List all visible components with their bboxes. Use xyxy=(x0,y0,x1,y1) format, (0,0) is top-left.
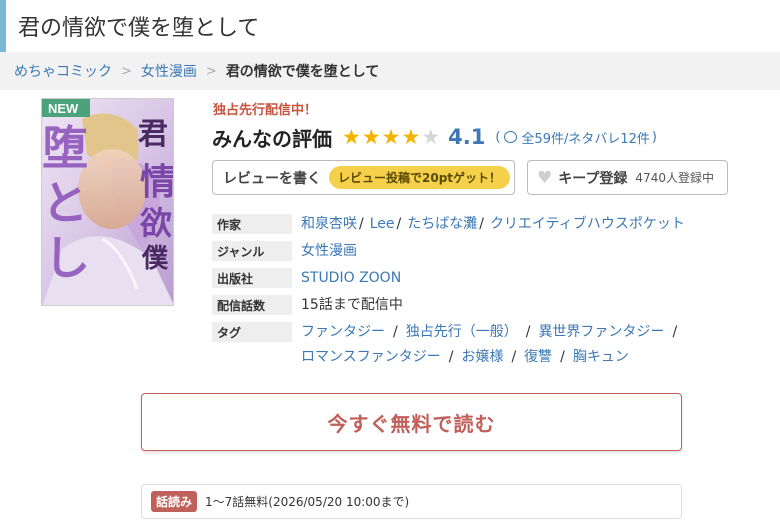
review-count-open-paren: ( xyxy=(495,129,501,145)
rating-score: 4.1 xyxy=(448,125,486,149)
episodes-label: 配信話数 xyxy=(212,295,292,315)
author-separator: / xyxy=(479,216,484,232)
tag-separator: / xyxy=(511,349,517,365)
tags-label: タグ xyxy=(212,322,292,342)
cover-title-char: 欲 xyxy=(139,204,172,242)
rating-stars: ★ ★ ★ ★ ★ xyxy=(342,124,441,149)
tag-link[interactable]: ファンタジー xyxy=(301,324,385,340)
tag-separator: / xyxy=(560,349,565,365)
publisher-value: STUDIO ZOON xyxy=(301,268,401,288)
info-row-genre: ジャンル 女性漫画 xyxy=(212,241,357,261)
review-count-link[interactable]: ( 全59件/ネタバレ12件 ) xyxy=(495,128,657,147)
star-icon: ★ xyxy=(381,124,401,149)
free-campaign-text: 1〜7話無料(2026/05/20 10:00まで) xyxy=(205,495,410,509)
breadcrumb-home[interactable]: めちゃコミック xyxy=(14,61,112,81)
free-campaign-badge: 話読み xyxy=(151,491,198,512)
read-free-now-button[interactable]: 今すぐ無料で読む xyxy=(141,393,682,451)
author-label: 作家 xyxy=(212,214,292,234)
genre-link[interactable]: 女性漫画 xyxy=(301,243,357,259)
author-link[interactable]: クリエイティブハウスポケット xyxy=(490,216,685,232)
genre-value: 女性漫画 xyxy=(301,241,357,261)
cover-title-char: 僕 xyxy=(141,244,169,274)
free-campaign-banner[interactable]: 話読み 1〜7話無料(2026/05/20 10:00まで) xyxy=(141,484,682,519)
read-free-now-label: 今すぐ無料で読む xyxy=(327,411,496,436)
breadcrumb-separator: > xyxy=(121,63,132,79)
tag-link[interactable]: 異世界ファンタジー xyxy=(538,324,664,340)
breadcrumb: めちゃコミック > 女性漫画 > 君の情欲で僕を堕として xyxy=(0,52,780,90)
episodes-text: 15話まで配信中 xyxy=(301,297,403,313)
episodes-value: 15話まで配信中 xyxy=(301,295,403,315)
star-icon: ★ xyxy=(361,124,381,149)
cover-title-char: 堕 xyxy=(42,121,88,175)
tag-link[interactable]: ロマンスファンタジー xyxy=(301,349,441,365)
publisher-link[interactable]: STUDIO ZOON xyxy=(301,270,401,286)
tag-separator: / xyxy=(672,324,678,340)
rating-row: みんなの評価 ★ ★ ★ ★ ★ 4.1 ( 全59件/ネタバレ12件 ) xyxy=(212,124,657,151)
genre-label: ジャンル xyxy=(212,241,292,261)
new-badge: NEW xyxy=(48,101,79,116)
breadcrumb-genre[interactable]: 女性漫画 xyxy=(141,61,197,81)
keep-button[interactable]: ♥ キープ登録 4740人登録中 xyxy=(527,160,728,195)
keep-label: キープ登録 xyxy=(558,170,628,187)
cover-title-char: 情 xyxy=(140,161,174,203)
cover-title-char: し xyxy=(44,231,90,285)
star-icon: ★ xyxy=(401,124,421,149)
review-count-close-paren: ) xyxy=(651,129,657,145)
tag-separator: / xyxy=(393,324,398,340)
keep-count: 4740人登録中 xyxy=(635,171,714,185)
cover-title-char: と xyxy=(42,176,88,230)
author-list: 和泉杏咲 / Lee / たちばな灘 / クリエイティブハウスポケット xyxy=(301,214,685,234)
review-count-text: 全59件/ネタバレ12件 xyxy=(521,131,650,147)
tag-list: ファンタジー / 独占先行（一般） / 異世界ファンタジー / ロマンスファンタジー / お嬢様… xyxy=(301,320,691,370)
page-title: 君の情欲で僕を堕として xyxy=(18,16,260,41)
author-link[interactable]: たちばな灘 xyxy=(407,216,477,232)
write-review-button[interactable]: レビューを書く レビュー投稿で20ptゲット！ xyxy=(212,160,515,195)
publisher-label: 出版社 xyxy=(212,268,292,288)
review-bonus-badge: レビュー投稿で20ptゲット！ xyxy=(329,166,511,189)
author-separator: / xyxy=(359,216,364,232)
rating-label: みんなの評価 xyxy=(212,126,332,151)
info-row-author: 作家 和泉杏咲 / Lee / たちばな灘 / クリエイティブハウスポケット xyxy=(212,214,685,234)
exclusive-notice: 独占先行配信中！ xyxy=(213,103,318,118)
info-row-publisher: 出版社 STUDIO ZOON xyxy=(212,268,401,288)
breadcrumb-separator: > xyxy=(205,63,217,79)
tag-link[interactable]: 胸キュン xyxy=(573,349,629,365)
tag-link[interactable]: 復讐 xyxy=(524,349,552,365)
tag-separator: / xyxy=(525,324,531,340)
author-link[interactable]: 和泉杏咲 xyxy=(301,216,357,232)
write-review-label: レビューを書く xyxy=(223,170,321,187)
heart-icon: ♥ xyxy=(537,167,553,188)
info-row-episodes: 配信話数 15話まで配信中 xyxy=(212,295,403,315)
author-link[interactable]: Lee xyxy=(370,216,395,232)
tag-separator: / xyxy=(448,349,454,365)
page-title-bar: 君の情欲で僕を堕として xyxy=(0,0,780,52)
info-row-tags: タグ ファンタジー / 独占先行（一般） / 異世界ファンタジー / ロマンスファンタジー /… xyxy=(212,322,691,370)
cover-title-char: 君 xyxy=(138,117,168,152)
author-separator: / xyxy=(396,216,402,232)
star-icon: ★ xyxy=(342,124,361,149)
tag-link[interactable]: お嬢様 xyxy=(461,349,503,365)
tag-link[interactable]: 独占先行（一般） xyxy=(406,324,518,340)
star-empty-icon: ★ xyxy=(421,124,441,149)
breadcrumb-current: 君の情欲で僕を堕として xyxy=(225,64,380,80)
speech-bubble-icon xyxy=(504,131,518,143)
cover-image[interactable]: NEW 堕 と し 君 情 欲 僕 xyxy=(41,98,174,306)
